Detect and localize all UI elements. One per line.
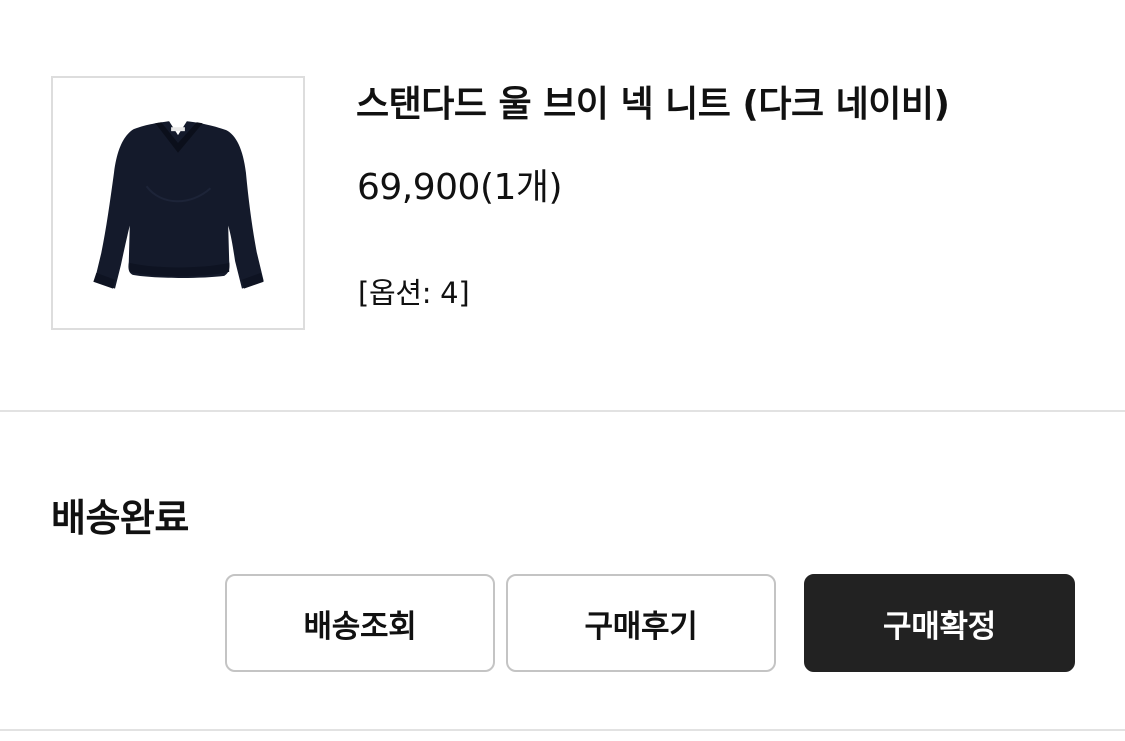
product-name[interactable]: 스탠다드 울 브이 넥 니트 (다크 네이비)	[356, 82, 950, 128]
section-divider	[0, 410, 1125, 412]
product-price: 69,900(1개)	[357, 167, 563, 208]
section-divider-bottom	[0, 729, 1125, 731]
order-status: 배송완료	[51, 496, 189, 540]
product-option: [옵션: 4]	[358, 276, 470, 310]
write-review-button[interactable]: 구매후기	[506, 574, 776, 672]
navy-sweater-image	[93, 121, 264, 289]
confirm-purchase-button[interactable]: 구매확정	[804, 574, 1075, 672]
order-product-card: 스탠다드 울 브이 넥 니트 (다크 네이비) 69,900(1개) [옵션: …	[0, 0, 1125, 410]
track-delivery-button[interactable]: 배송조회	[225, 574, 495, 672]
product-thumbnail[interactable]	[51, 76, 305, 330]
